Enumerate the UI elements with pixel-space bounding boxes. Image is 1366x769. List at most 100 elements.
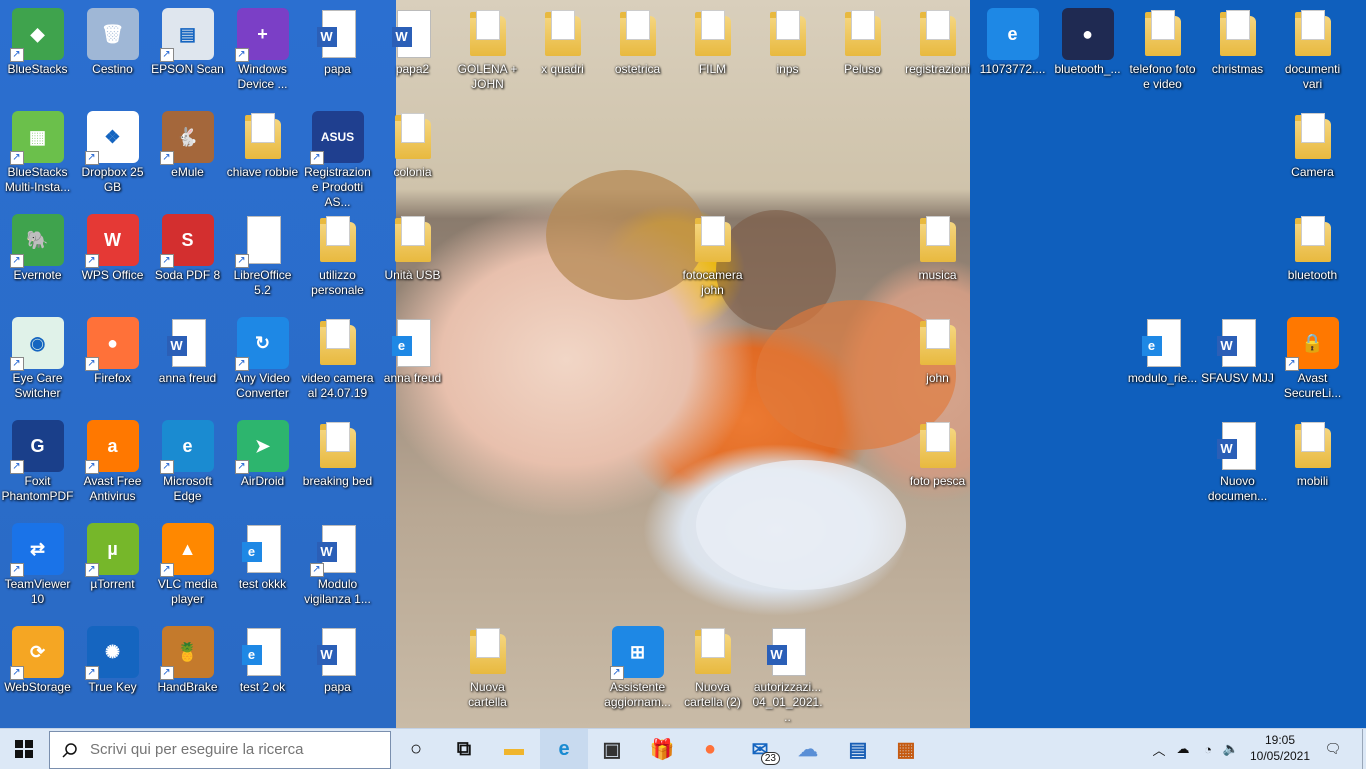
- desktop-icon[interactable]: µ ↗ µTorrent: [75, 515, 150, 618]
- desktop-icon[interactable]: Nuova cartella: [450, 618, 525, 721]
- taskbar-app-button[interactable]: ▤: [834, 729, 882, 769]
- desktop-icon[interactable]: ● ↗ Firefox: [75, 309, 150, 412]
- task-view-icon: ⧉: [456, 737, 472, 760]
- desktop-icon[interactable]: Nuova cartella (2): [675, 618, 750, 721]
- wifi-icon[interactable]: ◔: [1198, 729, 1218, 769]
- desktop-icon[interactable]: ➤ ↗ AirDroid: [225, 412, 300, 515]
- show-desktop-button[interactable]: [1362, 729, 1366, 769]
- desktop-icon[interactable]: Peluso: [825, 0, 900, 103]
- desktop-icon[interactable]: Wanna freud: [150, 309, 225, 412]
- desktop-icon[interactable]: W Nuovo documen...: [1200, 412, 1275, 515]
- desktop-icon[interactable]: ⇄ ↗ TeamViewer 10: [0, 515, 75, 618]
- desktop-icon[interactable]: bluetooth: [1275, 206, 1350, 309]
- desktop-icon[interactable]: e test 2 ok: [225, 618, 300, 721]
- desktop-icon[interactable]: ◆ ↗ BlueStacks: [0, 0, 75, 103]
- desktop-icon-label: utilizzo personale: [311, 268, 364, 297]
- desktop-icon[interactable]: ⟳ ↗ WebStorage: [0, 618, 75, 721]
- desktop-icon[interactable]: ▦ ↗ BlueStacks Multi-Insta...: [0, 103, 75, 206]
- desktop-icon[interactable]: mobili: [1275, 412, 1350, 515]
- folder-icon: [462, 8, 514, 60]
- desktop-icon[interactable]: Wpapa: [300, 0, 375, 103]
- desktop-icon[interactable]: G ↗ Foxit PhantomPDF: [0, 412, 75, 515]
- desktop-icon[interactable]: ● bluetooth_...: [1050, 0, 1125, 103]
- taskbar-app-button[interactable]: e: [540, 729, 588, 769]
- start-button[interactable]: [0, 729, 48, 769]
- desktop-icon[interactable]: x quadri: [525, 0, 600, 103]
- desktop-icon[interactable]: W SFAUSV MJJ: [1200, 309, 1275, 412]
- shortcut-arrow-icon: ↗: [159, 666, 174, 680]
- desktop-icon[interactable]: utilizzo personale: [300, 206, 375, 309]
- desktop-icon[interactable]: a ↗ Avast Free Antivirus: [75, 412, 150, 515]
- desktop-icon[interactable]: W ↗ WPS Office: [75, 206, 150, 309]
- desktop-icon-label: Peluso: [844, 62, 881, 76]
- desktop-icon[interactable]: 🐘 ↗ Evernote: [0, 206, 75, 309]
- desktop-icon[interactable]: 🐇 ↗ eMule: [150, 103, 225, 206]
- desktop-icon[interactable]: ▤ ↗ EPSON Scan: [150, 0, 225, 103]
- desktop-icon[interactable]: 🗑 Cestino: [75, 0, 150, 103]
- desktop-icon[interactable]: video camera al 24.07.19: [300, 309, 375, 412]
- search-box[interactable]: [49, 731, 391, 769]
- desktop-icon[interactable]: ASUS ↗ Registrazione Prodotti AS...: [300, 103, 375, 209]
- desktop-icon[interactable]: ⊞ ↗ Assistente aggiornam...: [600, 618, 675, 721]
- taskbar-app-button[interactable]: ✉ 23: [736, 729, 784, 769]
- desktop-icon-label: john: [926, 371, 949, 385]
- desktop-icon[interactable]: e anna freud: [375, 309, 450, 412]
- desktop-icon[interactable]: ↻ ↗ Any Video Converter: [225, 309, 300, 412]
- desktop-icon[interactable]: foto pesca: [900, 412, 975, 515]
- desktop-icon[interactable]: 🔒 ↗ Avast SecureLi...: [1275, 309, 1350, 412]
- clock[interactable]: 19:05 10/05/2021: [1248, 732, 1312, 764]
- desktop-icon[interactable]: colonia: [375, 103, 450, 206]
- desktop-icon[interactable]: fotocamera john: [675, 206, 750, 309]
- desktop-icon[interactable]: john: [900, 309, 975, 412]
- desktop-icon[interactable]: inps: [750, 0, 825, 103]
- folder-icon: [387, 214, 439, 266]
- desktop-icon[interactable]: ❖ ↗ Dropbox 25 GB: [75, 103, 150, 206]
- desktop-icon[interactable]: ostetrica: [600, 0, 675, 103]
- taskbar-app-button[interactable]: ●: [686, 729, 734, 769]
- doc-icon: W: [1212, 420, 1264, 472]
- desktop-icon[interactable]: telefono foto e video: [1125, 0, 1200, 103]
- taskbar-app-button[interactable]: ○: [392, 729, 440, 769]
- desktop-icon[interactable]: Wpapa: [300, 618, 375, 721]
- desktop-icon[interactable]: e ↗ Microsoft Edge: [150, 412, 225, 515]
- desktop-icon[interactable]: Camera: [1275, 103, 1350, 206]
- desktop-icon-label: HandBrake: [157, 680, 218, 694]
- desktop-icon[interactable]: e test okkk: [225, 515, 300, 618]
- taskbar-app-button[interactable]: ▦: [882, 729, 930, 769]
- doc-icon: W ↗: [309, 523, 364, 577]
- desktop-icon[interactable]: chiave robbie: [225, 103, 300, 206]
- desktop-icon[interactable]: ◉ ↗ Eye Care Switcher: [0, 309, 75, 412]
- notifications-button[interactable]: 🗨: [1318, 729, 1348, 769]
- desktop-icon[interactable]: e modulo_rie...: [1125, 309, 1200, 412]
- desktop-icon[interactable]: musica: [900, 206, 975, 309]
- desktop-icon[interactable]: GOLENA + JOHN: [450, 0, 525, 103]
- desktop-icon[interactable]: ✺ ↗ True Key: [75, 618, 150, 721]
- desktop-icon[interactable]: FILM: [675, 0, 750, 103]
- taskbar-app-button[interactable]: ▣: [588, 729, 636, 769]
- taskbar-app-button[interactable]: 🎁: [638, 729, 686, 769]
- desktop-icon[interactable]: Unità USB: [375, 206, 450, 309]
- taskbar-app-button[interactable]: ☁: [784, 729, 832, 769]
- onedrive-icon[interactable]: ☁: [1172, 729, 1194, 769]
- search-input[interactable]: [88, 740, 382, 759]
- desktop-icon[interactable]: registrazioni: [900, 0, 975, 103]
- desktop-icon[interactable]: ↗ LibreOffice 5.2: [225, 206, 300, 309]
- desktop-icon[interactable]: Wpapa2: [375, 0, 450, 103]
- desktop-icon[interactable]: ▲ ↗ VLC media player: [150, 515, 225, 618]
- desktop-icon[interactable]: christmas: [1200, 0, 1275, 103]
- desktop-icon[interactable]: e 11073772....: [975, 0, 1050, 103]
- desktop-icon[interactable]: 🍍 ↗ HandBrake: [150, 618, 225, 721]
- taskbar-app-button[interactable]: ▬: [490, 729, 538, 769]
- desktop-icon[interactable]: + ↗ Windows Device ...: [225, 0, 300, 103]
- show-hidden-icons-button[interactable]: ︿: [1150, 729, 1168, 769]
- desktop-icon[interactable]: S ↗ Soda PDF 8: [150, 206, 225, 309]
- desktop-icon-label: bluetooth_...: [1054, 62, 1121, 76]
- desktop-icon[interactable]: Wautorizzazi... 04_01_2021...: [750, 618, 825, 724]
- desktop-icon[interactable]: documenti vari: [1275, 0, 1350, 103]
- doc-icon: W: [387, 8, 439, 60]
- desktop-icon[interactable]: breaking bed: [300, 412, 375, 515]
- desktop-icon[interactable]: W ↗ Modulo vigilanza 1...: [300, 515, 375, 618]
- app-icon: 🍍 ↗: [159, 626, 214, 680]
- volume-icon[interactable]: 🔈: [1220, 729, 1242, 769]
- taskbar-app-button[interactable]: ⧉: [440, 729, 488, 769]
